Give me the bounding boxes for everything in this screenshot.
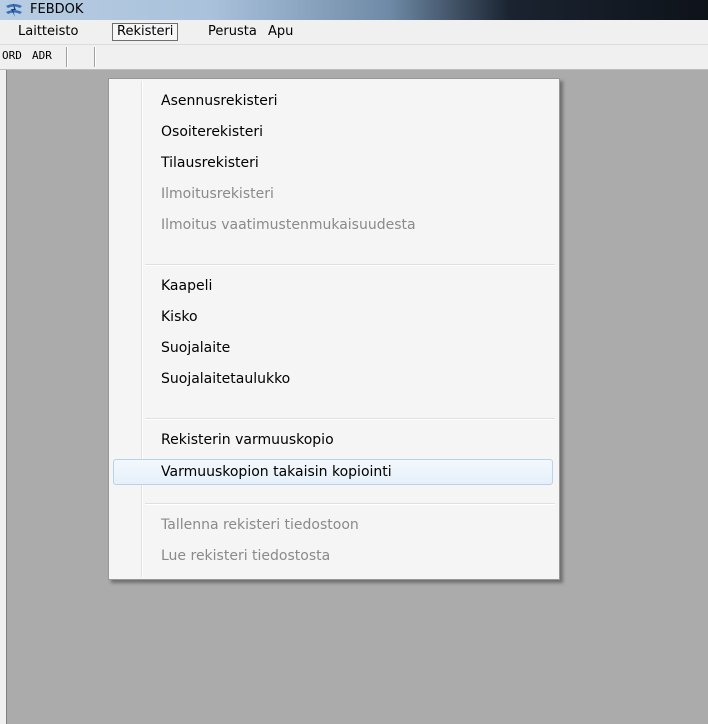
menu-bar: Laitteisto Rekisteri Perusta Apu (0, 20, 708, 45)
menu-item-asennusrekisteri[interactable]: Asennusrekisteri (161, 90, 278, 112)
toolbar-ord-button[interactable]: ORD (2, 49, 22, 62)
menu-item-ilmoitusrekisteri: Ilmoitusrekisteri (161, 186, 274, 202)
menu-item-osoiterekisteri[interactable]: Osoiterekisteri (161, 121, 263, 143)
menu-item-tilausrekisteri[interactable]: Tilausrekisteri (161, 152, 259, 174)
title-bar: FEBDOK (0, 0, 708, 20)
febdok-logo-icon (6, 3, 22, 17)
menu-item-lue-rekisteri-tiedostosta: Lue rekisteri tiedostosta (161, 548, 331, 564)
toolbar: ORD ADR (0, 45, 708, 70)
menu-item-kisko[interactable]: Kisko (161, 306, 198, 328)
menu-item-kaapeli[interactable]: Kaapeli (161, 275, 212, 297)
toolbar-adr-button[interactable]: ADR (32, 49, 52, 62)
menu-laitteisto[interactable]: Laitteisto (14, 23, 82, 41)
menu-separator (145, 264, 555, 266)
window-title: FEBDOK (30, 2, 84, 17)
menu-item-suojalaitetaulukko[interactable]: Suojalaitetaulukko (161, 368, 290, 390)
menu-item-tallenna-rekisteri-tiedostoon: Tallenna rekisteri tiedostoon (161, 517, 359, 533)
toolbar-separator (94, 47, 96, 67)
menu-item-suojalaite[interactable]: Suojalaite (161, 337, 230, 359)
menu-separator (145, 503, 555, 505)
menu-item-varmuuskopion-takaisin-kopiointi[interactable]: Varmuuskopion takaisin kopiointi (161, 461, 392, 483)
menu-item-ilmoitus-vaatimustenmukaisuudesta: Ilmoitus vaatimustenmukaisuudesta (161, 217, 416, 233)
menu-separator (145, 418, 555, 420)
menu-item-rekisterin-varmuuskopio[interactable]: Rekisterin varmuuskopio (161, 429, 334, 451)
rekisteri-dropdown-menu: Asennusrekisteri Osoiterekisteri Tilausr… (108, 78, 560, 580)
toolbar-separator (66, 47, 68, 67)
menu-apu[interactable]: Apu (264, 23, 297, 41)
menu-rekisteri[interactable]: Rekisteri (112, 23, 179, 41)
menu-icon-gutter (141, 81, 143, 577)
menu-perusta[interactable]: Perusta (204, 23, 261, 41)
